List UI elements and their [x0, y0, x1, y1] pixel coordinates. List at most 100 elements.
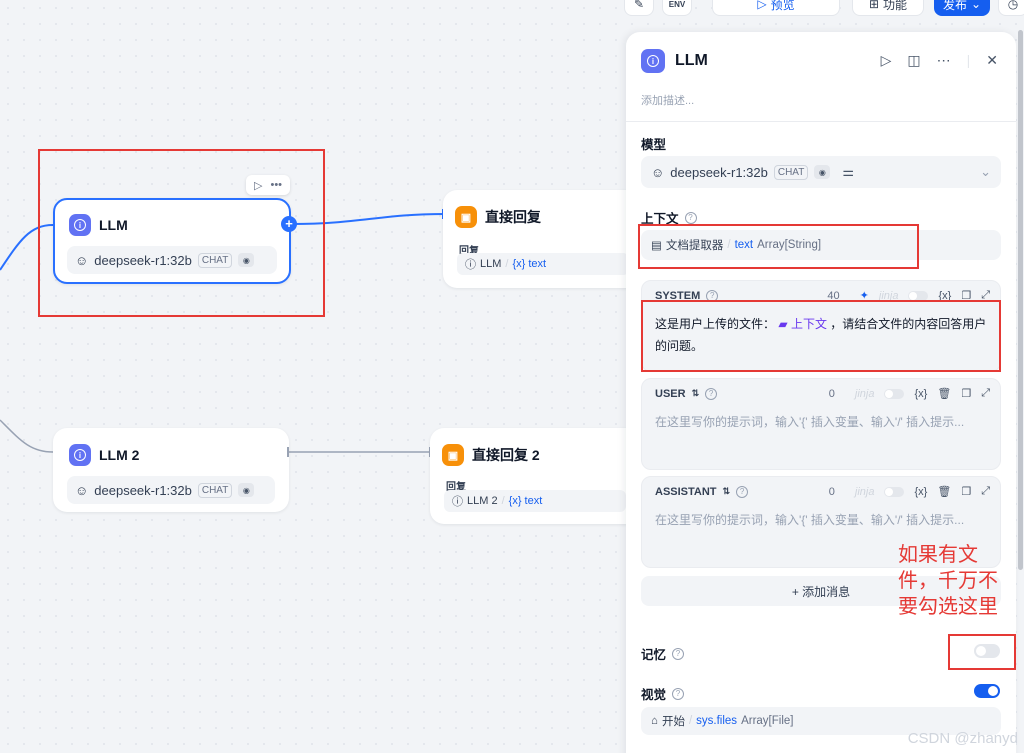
toolbar-icon-button[interactable]: ✎	[624, 0, 654, 16]
chevron-down-icon: ⌄	[980, 164, 991, 179]
node-title: 直接回复	[485, 209, 541, 225]
llm-small-icon: ⓘ	[452, 496, 463, 508]
variable-icon[interactable]: {x}	[938, 290, 951, 302]
feature-button[interactable]: ⊞ 功能	[852, 0, 924, 16]
run-icon[interactable]: ▷	[881, 52, 892, 69]
char-count: 0	[828, 485, 835, 498]
reply-variable: ⓘ LLM / {x} text	[457, 253, 629, 275]
reply-node[interactable]: ▣ 直接回复 回复 ⓘ LLM / {x} text	[443, 190, 643, 288]
system-prompt-text[interactable]: 这是用户上传的文件： ▰ 上下文 ，请结合文件的内容回答用户的问题。	[655, 313, 988, 357]
ollama-icon: ☺	[651, 164, 665, 180]
model-display: ☺ deepseek-r1:32b CHAT ◉	[67, 246, 277, 274]
settings-sliders-icon[interactable]: ⚌	[842, 164, 854, 180]
model-display: ☺ deepseek-r1:32b CHAT ◉	[67, 476, 275, 504]
llm-node[interactable]: i LLM ☺ deepseek-r1:32b CHAT ◉	[53, 198, 291, 284]
grid-icon: ⊞	[868, 0, 880, 11]
help-icon[interactable]: ?	[672, 687, 685, 700]
node-title: LLM	[99, 217, 128, 233]
publish-button[interactable]: 发布 ⌄	[934, 0, 990, 16]
context-variable[interactable]: ▤ 文档提取器 / text Array[String]	[641, 230, 1001, 260]
help-icon[interactable]: ?	[736, 485, 749, 498]
trash-icon[interactable]: 🗑	[937, 485, 951, 498]
memory-toggle[interactable]	[974, 644, 1000, 658]
add-node-plus-icon[interactable]: +	[281, 216, 297, 232]
preview-button[interactable]: ▷ 预览	[712, 0, 840, 16]
more-icon[interactable]: ⋯	[937, 52, 951, 69]
llm-icon: i	[69, 444, 91, 466]
copy-icon[interactable]: ❐	[961, 289, 971, 302]
workflow-edges	[0, 213, 446, 453]
home-icon: ⌂	[651, 715, 658, 727]
vision-label: 视觉?	[641, 684, 685, 703]
llm-settings-panel: i LLM ▷ ◫ ⋯ | ✕ 添加描述... 模型 ☺ deepseek-r1…	[626, 32, 1016, 753]
annotation-text: 如果有文件，千万不要勾选这里	[898, 544, 998, 618]
chevron-down-icon: ⌄	[970, 0, 982, 11]
file-icon: ▰	[778, 317, 788, 331]
char-count: 40	[827, 289, 840, 302]
system-prompt-box[interactable]: SYSTEM? 40 ✦ jinja {x} ❐ ⤢ 这是用户上传的文件： ▰ …	[641, 280, 1001, 372]
assistant-prompt-input[interactable]: 在这里写你的提示词，输入'{' 插入变量、输入'/' 插入提示...	[655, 511, 988, 528]
copy-icon[interactable]: ❐	[961, 485, 971, 498]
sort-icon: ⇅	[722, 486, 731, 496]
user-label: USER	[655, 387, 686, 400]
trash-icon[interactable]: 🗑	[937, 387, 951, 400]
context-chip: ▰ 上下文	[778, 317, 827, 331]
description-input[interactable]: 添加描述...	[641, 92, 694, 108]
model-selector[interactable]: ☺ deepseek-r1:32b CHAT ◉ ⚌ ⌄	[641, 156, 1001, 188]
node-mini-toolbar: ▷ •••	[246, 175, 291, 195]
help-icon[interactable]: ?	[672, 647, 685, 660]
expand-icon[interactable]: ⤢	[981, 289, 990, 302]
play-icon: ▷	[757, 0, 767, 11]
help-icon[interactable]: ?	[705, 387, 718, 400]
jinja-toggle[interactable]	[908, 290, 929, 301]
sparkle-icon[interactable]: ✦	[860, 289, 869, 302]
variable-icon[interactable]: {x}	[914, 486, 927, 498]
doc-extractor-icon: ▤	[651, 240, 662, 252]
model-name: deepseek-r1:32b	[94, 252, 192, 268]
expand-icon[interactable]: ⤢	[981, 485, 990, 498]
mode-tag: CHAT	[197, 482, 233, 498]
jinja-toggle[interactable]	[884, 486, 905, 497]
char-count: 0	[828, 387, 835, 400]
output-handle[interactable]	[287, 447, 289, 457]
split-view-icon[interactable]: ◫	[907, 52, 920, 69]
reply-icon: ▣	[442, 444, 464, 466]
llm2-node[interactable]: i LLM 2 ☺ deepseek-r1:32b CHAT ◉	[53, 428, 289, 512]
expand-icon[interactable]: ⤢	[981, 387, 990, 400]
eye-icon: ◉	[238, 483, 255, 497]
reply-variable: ⓘ LLM 2 / {x} text	[444, 490, 626, 512]
eye-icon: ◉	[814, 165, 831, 179]
close-icon[interactable]: ✕	[986, 52, 998, 69]
more-icon[interactable]: •••	[270, 179, 282, 191]
watermark: CSDN @zhanyd	[907, 730, 1018, 747]
ollama-icon: ☺	[75, 482, 89, 498]
reply2-node[interactable]: ▣ 直接回复 2 回复 ⓘ LLM 2 / {x} text	[430, 428, 640, 524]
vision-toggle[interactable]	[974, 684, 1000, 698]
panel-scrollbar[interactable]	[1018, 30, 1023, 570]
llm-icon: i	[641, 49, 665, 73]
run-node-icon[interactable]: ▷	[254, 179, 262, 192]
model-label: 模型	[641, 138, 667, 152]
ollama-icon: ☺	[75, 252, 89, 268]
reply-icon: ▣	[455, 206, 477, 228]
llm-icon: i	[69, 214, 91, 236]
context-label: 上下文?	[641, 208, 697, 227]
jinja-toggle[interactable]	[884, 388, 905, 399]
history-button[interactable]: ◷	[998, 0, 1024, 16]
panel-actions: ▷ ◫ ⋯ | ✕	[880, 52, 998, 69]
help-icon[interactable]: ?	[706, 289, 719, 302]
panel-title: LLM	[675, 52, 708, 69]
variable-icon[interactable]: {x}	[914, 388, 927, 400]
memory-label: 记忆?	[641, 644, 685, 663]
user-prompt-box[interactable]: USER ⇅? 0 jinja {x} 🗑 ❐ ⤢ 在这里写你的提示词，输入'{'…	[641, 378, 1001, 470]
node-title: 直接回复 2	[472, 447, 540, 463]
eye-icon: ◉	[238, 253, 255, 267]
copy-icon[interactable]: ❐	[961, 387, 971, 400]
env-button[interactable]: ENV	[662, 0, 692, 16]
user-prompt-input[interactable]: 在这里写你的提示词，输入'{' 插入变量、输入'/' 插入提示...	[655, 413, 988, 430]
system-label: SYSTEM	[655, 289, 701, 302]
help-icon[interactable]: ?	[684, 211, 697, 224]
node-title: LLM 2	[99, 447, 140, 463]
mode-tag: CHAT	[197, 252, 233, 268]
divider	[626, 121, 1016, 122]
